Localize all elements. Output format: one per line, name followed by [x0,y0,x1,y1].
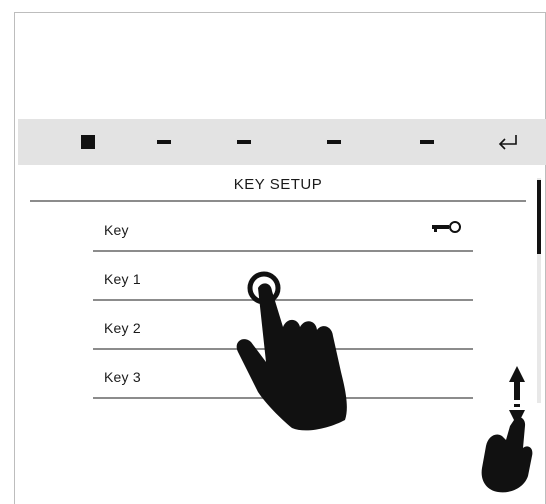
swipe-vertical-hand-icon [481,366,533,493]
tap-hand-icon [236,271,347,431]
gesture-overlay [236,271,533,493]
